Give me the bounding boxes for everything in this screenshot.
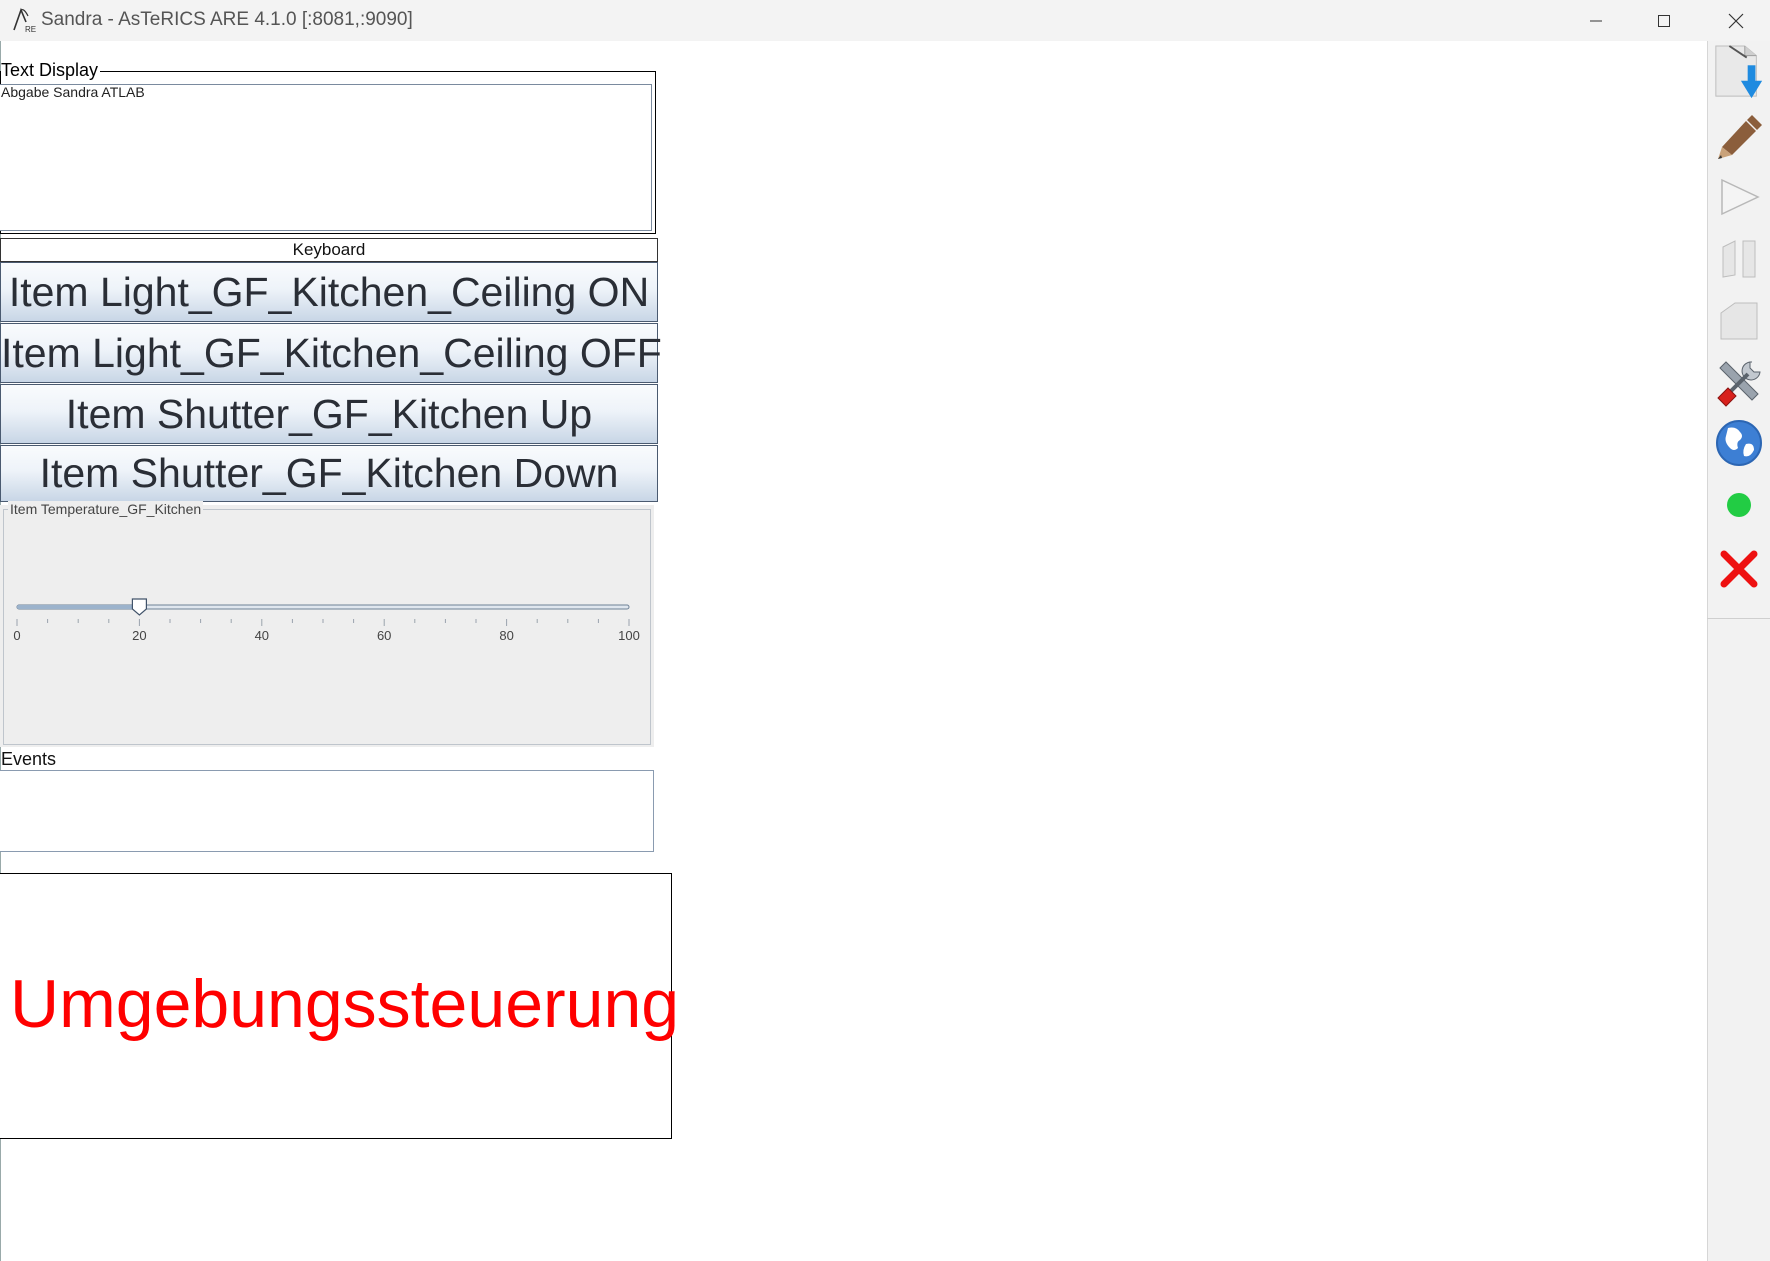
text-display-content: Abgabe Sandra ATLAB [1,84,145,100]
edit-button[interactable] [1712,107,1766,165]
asterics-logo-icon: RE [13,7,36,34]
status-indicator [1712,476,1766,534]
web-button[interactable] [1712,414,1766,472]
slider-tick-label: 80 [499,628,513,643]
deploy-model-icon [1715,45,1763,99]
temperature-slider-title: Item Temperature_GF_Kitchen [8,501,204,517]
kitchen-shutter-down-button[interactable]: Item Shutter_GF_Kitchen Down [0,445,658,502]
kitchen-shutter-up-button[interactable]: Item Shutter_GF_Kitchen Up [0,384,658,444]
slider-track-fill [17,605,140,609]
pause-icon [1722,240,1756,278]
maximize-icon [1658,14,1670,27]
start-button[interactable] [1712,168,1766,226]
title-bar: RE Sandra - AsTeRICS ARE 4.1.0 [:8081,:9… [0,0,1770,41]
minimize-button[interactable] [1562,0,1630,41]
settings-tools-icon [1717,361,1761,407]
text-display-label: Text Display [1,59,101,81]
toolbar-divider [1707,618,1770,619]
edit-pencil-icon [1718,115,1762,159]
deploy-model-button[interactable] [1712,44,1766,102]
kitchen-ceiling-off-button[interactable]: Item Light_GF_Kitchen_Ceiling OFF [0,323,662,383]
temperature-slider[interactable]: 0 20 40 60 80 100 [0,590,654,650]
slider-tick-label: 60 [377,628,391,643]
slider-tick-label: 40 [255,628,269,643]
slider-thumb[interactable] [131,598,147,616]
slider-tick-label: 100 [618,628,640,643]
maximize-button[interactable] [1630,0,1698,41]
window-title: Sandra - AsTeRICS ARE 4.1.0 [:8081,:9090… [41,9,413,30]
exit-button[interactable] [1712,540,1766,598]
events-box [0,770,654,852]
exit-red-x-icon [1720,550,1758,588]
minimize-icon [1590,20,1602,21]
text-display-area [0,84,652,231]
events-label: Events [1,749,57,769]
slider-tick-label: 0 [13,628,20,643]
slider-tick-label: 20 [132,628,146,643]
web-globe-icon [1716,420,1762,466]
svg-text:RE: RE [25,25,36,34]
pause-button[interactable] [1712,230,1766,288]
close-icon [1728,13,1744,28]
settings-button[interactable] [1712,354,1766,412]
keyboard-header: Keyboard [0,238,658,262]
stop-icon [1720,302,1758,340]
banner-text: Umgebungssteuerung [10,966,680,1042]
start-play-icon [1721,178,1760,216]
stop-button[interactable] [1712,292,1766,350]
kitchen-ceiling-on-button[interactable]: Item Light_GF_Kitchen_Ceiling ON [0,262,658,322]
close-button[interactable] [1702,0,1770,41]
status-green-icon [1727,493,1751,517]
